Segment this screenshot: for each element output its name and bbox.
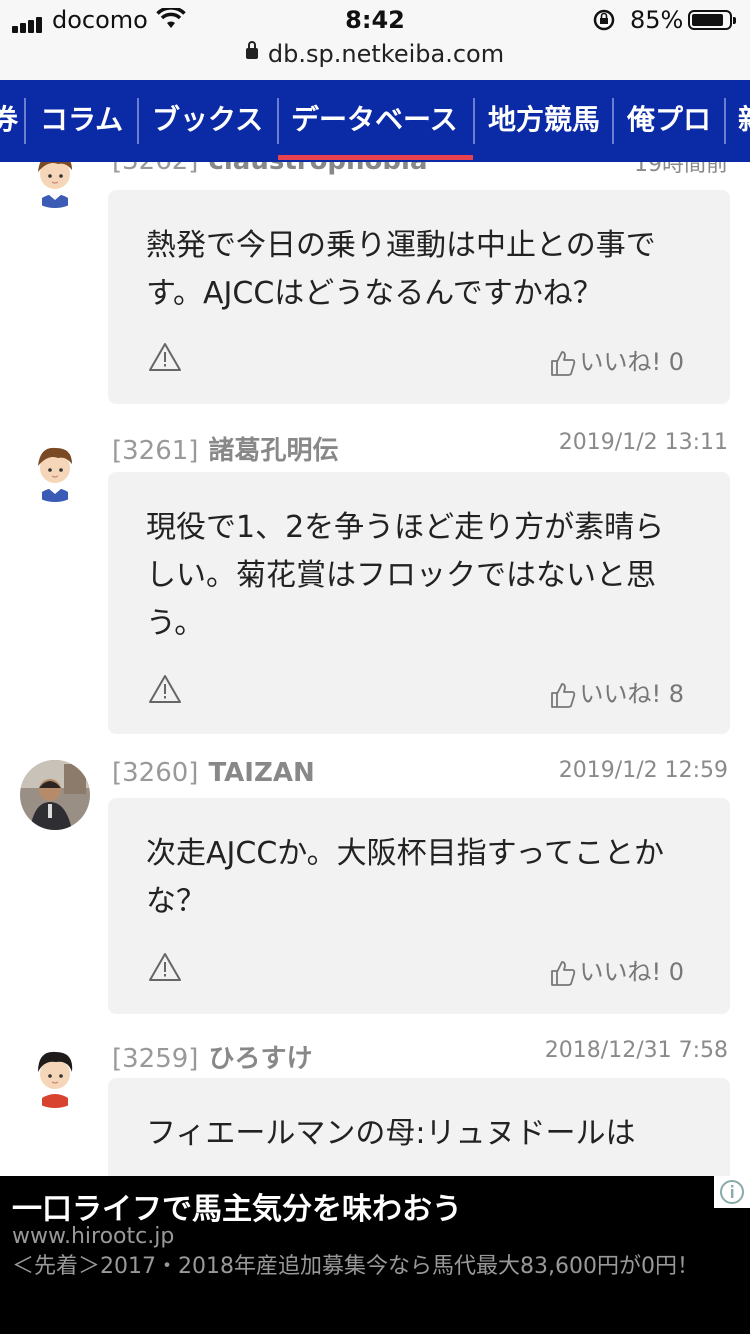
nav-divider — [612, 98, 614, 144]
nav-divider — [277, 98, 279, 144]
lock-icon — [245, 40, 258, 59]
nav-item-new[interactable]: 新 — [738, 80, 750, 162]
comment-text: フィエールマンの母:リュヌドールは — [146, 1116, 636, 1151]
rotation-lock-icon — [592, 8, 616, 36]
top-nav: 券 コラム ブックス データベース 地方競馬 俺プロ 新 — [0, 80, 750, 162]
nav-item-local-racing[interactable]: 地方競馬 — [488, 80, 600, 162]
comment-meta: [3260] TAIZAN — [112, 758, 315, 792]
avatar[interactable] — [20, 1038, 90, 1108]
comment-meta: [3262] claustrophobia — [112, 162, 428, 180]
report-warning-icon[interactable] — [148, 674, 182, 708]
comment-text: 次走AJCCか。大阪杯目指すってことかな？ — [146, 836, 664, 919]
report-warning-icon[interactable] — [148, 952, 182, 986]
like-label: いいね! — [579, 348, 662, 376]
report-warning-icon[interactable] — [148, 342, 182, 376]
comment-username[interactable]: ひろすけ — [208, 1044, 312, 1074]
ad-banner[interactable]: 一口ライフで馬主気分を味わおう www.hirootc.jp ＜先着＞2017・… — [0, 1176, 750, 1334]
comment-bubble: 現役で1、2を争うほど走り方が素晴らしい。菊花賞はフロックではないと思う。 いい… — [108, 472, 730, 734]
comment-username[interactable]: TAIZAN — [208, 758, 314, 788]
comment-bubble: 熱発で今日の乗り運動は中止との事です。AJCCはどうなるんですかね？ いいね! … — [108, 190, 730, 404]
comment-number: [3259] — [112, 1044, 199, 1074]
nav-divider — [137, 98, 139, 144]
comment-bubble: 次走AJCCか。大阪杯目指すってことかな？ いいね! 0 — [108, 798, 730, 1014]
comment-number: [3261] — [112, 436, 199, 466]
comment-item: [3261] 諸葛孔明伝 2019/1/2 13:11 現役で1、2を争うほど走り… — [0, 422, 750, 742]
comment-username[interactable]: claustrophobia — [208, 162, 427, 176]
nav-divider — [24, 98, 26, 144]
like-count: 8 — [668, 680, 684, 708]
thumbs-up-icon — [551, 351, 576, 376]
comment-number: [3260] — [112, 758, 199, 788]
nav-item-ore-pro[interactable]: 俺プロ — [627, 80, 711, 162]
nav-item-column[interactable]: コラム — [40, 80, 123, 162]
like-label: いいね! — [579, 680, 662, 708]
like-label: いいね! — [579, 958, 662, 986]
like-button[interactable]: いいね! 0 — [549, 952, 684, 987]
like-count: 0 — [668, 348, 684, 376]
comment-meta: [3259] ひろすけ — [112, 1038, 312, 1074]
comment-text: 現役で1、2を争うほど走り方が素晴らしい。菊花賞はフロックではないと思う。 — [146, 510, 665, 641]
comment-date: 19時間前 — [634, 162, 728, 177]
nav-divider — [473, 98, 475, 144]
like-count: 0 — [668, 958, 684, 986]
comment-number: [3262] — [112, 162, 198, 176]
comment-username[interactable]: 諸葛孔明伝 — [208, 436, 338, 466]
battery-icon — [688, 10, 736, 30]
avatar[interactable] — [20, 162, 90, 208]
nav-item-ticket[interactable]: 券 — [0, 80, 18, 162]
comment-item: [3259] ひろすけ 2018/12/31 7:58 フィエールマンの母:リュヌ… — [0, 1030, 750, 1176]
nav-item-database[interactable]: データベース — [291, 80, 458, 162]
ad-domain[interactable]: www.hirootc.jp — [12, 1224, 174, 1249]
comment-bubble: フィエールマンの母:リュヌドールは — [108, 1078, 730, 1176]
comment-item: [3260] TAIZAN 2019/1/2 12:59 次走AJCCか。大阪杯目… — [0, 750, 750, 1030]
url-bar[interactable]: db.sp.netkeiba.com — [0, 40, 750, 80]
status-bar: docomo 8:42 85% — [0, 0, 750, 40]
ad-headline[interactable]: 一口ライフで馬主気分を味わおう — [12, 1184, 462, 1228]
url-text: db.sp.netkeiba.com — [267, 40, 505, 68]
battery-percentage: 85% — [630, 6, 684, 34]
like-button[interactable]: いいね! 8 — [549, 674, 684, 709]
comment-date: 2019/1/2 12:59 — [558, 758, 728, 783]
avatar[interactable] — [20, 432, 90, 502]
comment-list: [3262] claustrophobia 19時間前 熱発で今日の乗り運動は中止… — [0, 162, 750, 1176]
comment-item: [3262] claustrophobia 19時間前 熱発で今日の乗り運動は中止… — [0, 162, 750, 408]
comment-date: 2019/1/2 13:11 — [558, 430, 728, 455]
ad-description[interactable]: ＜先着＞2017・2018年産追加募集今なら馬代最大83,600円が0円！ — [12, 1248, 699, 1280]
ad-info-icon[interactable] — [714, 1176, 750, 1208]
like-button[interactable]: いいね! 0 — [549, 342, 684, 377]
nav-divider — [724, 98, 726, 144]
thumbs-up-icon — [551, 961, 576, 986]
comment-date: 2018/12/31 7:58 — [544, 1038, 728, 1063]
thumbs-up-icon — [551, 683, 576, 708]
comment-meta: [3261] 諸葛孔明伝 — [112, 430, 338, 466]
nav-active-indicator — [278, 155, 473, 160]
comment-text: 熱発で今日の乗り運動は中止との事です。AJCCはどうなるんですかね？ — [146, 228, 656, 311]
nav-item-books[interactable]: ブックス — [152, 80, 263, 162]
avatar[interactable] — [20, 760, 90, 830]
